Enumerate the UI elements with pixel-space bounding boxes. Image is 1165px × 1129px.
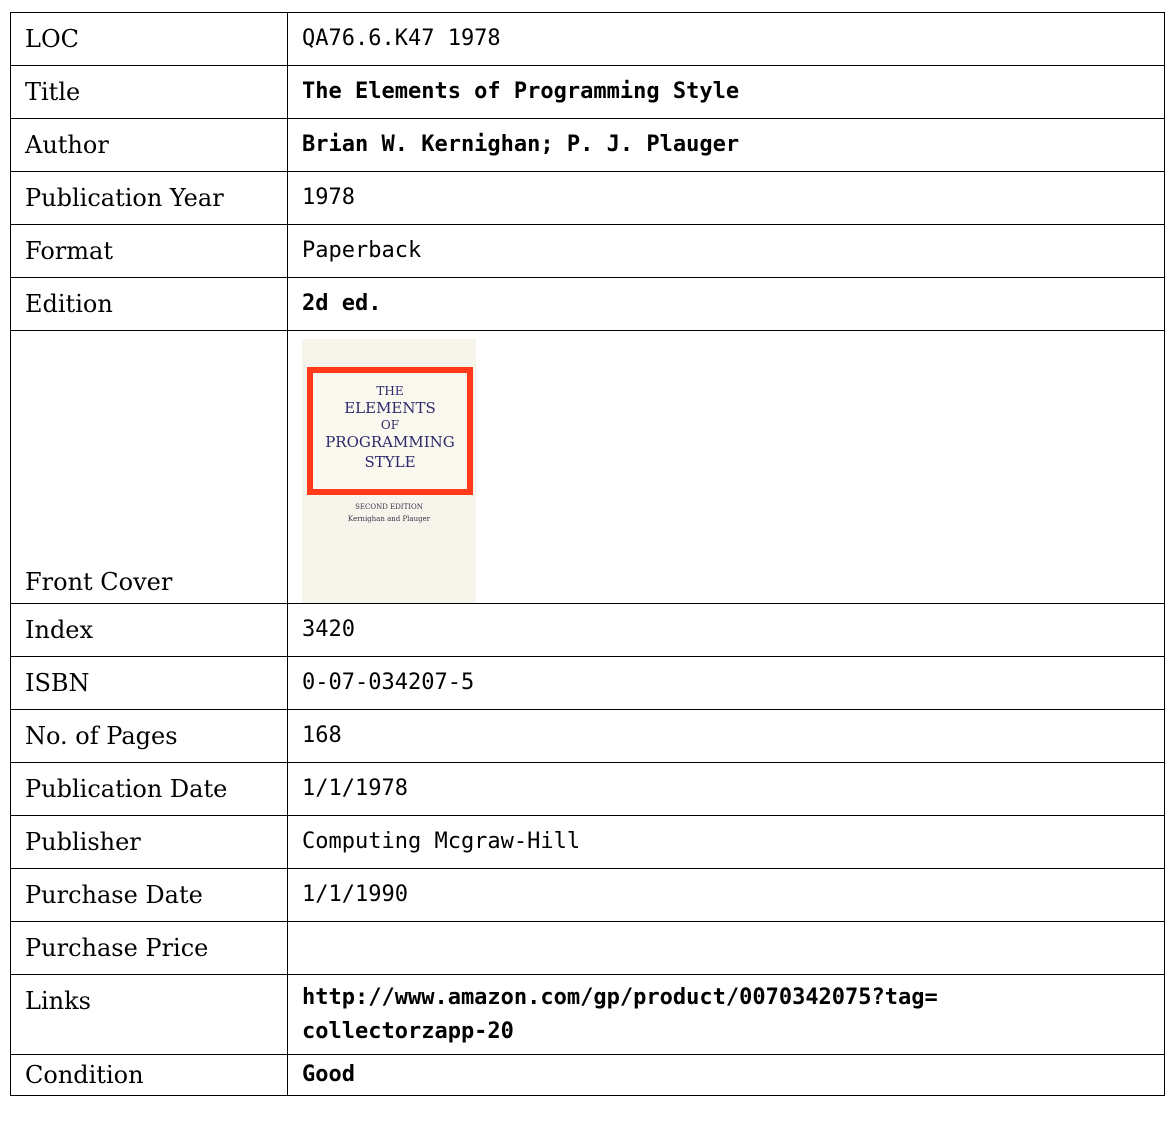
cover-title-elements: ELEMENTS: [344, 399, 436, 417]
loc-value: QA76.6.K47 1978: [287, 12, 1165, 66]
edition-value: 2d ed.: [287, 277, 1165, 331]
row-format: Format Paperback: [10, 224, 1165, 278]
row-links: Links http://www.amazon.com/gp/product/0…: [10, 974, 1165, 1055]
row-publisher: Publisher Computing Mcgraw-Hill: [10, 815, 1165, 869]
links-label: Links: [10, 974, 288, 1055]
row-front-cover: Front Cover THE ELEMENTS OF PROGRAMMING …: [10, 330, 1165, 604]
cover-edition-text: SECOND EDITION: [355, 503, 423, 511]
author-value: Brian W. Kernighan; P. J. Plauger: [287, 118, 1165, 172]
cover-title-programming: PROGRAMMING: [325, 433, 455, 451]
condition-label: Condition: [10, 1054, 288, 1096]
publisher-label: Publisher: [10, 815, 288, 869]
row-pages: No. of Pages 168: [10, 709, 1165, 763]
links-url-line-1[interactable]: http://www.amazon.com/gp/product/0070342…: [302, 981, 1150, 1015]
publication-date-label: Publication Date: [10, 762, 288, 816]
row-author: Author Brian W. Kernighan; P. J. Plauger: [10, 118, 1165, 172]
isbn-label: ISBN: [10, 656, 288, 710]
publication-date-value: 1/1/1978: [287, 762, 1165, 816]
index-value: 3420: [287, 603, 1165, 657]
row-purchase-date: Purchase Date 1/1/1990: [10, 868, 1165, 922]
row-condition: Condition Good: [10, 1054, 1165, 1096]
cover-authors-text: Kernighan and Plauger: [347, 515, 431, 523]
pages-label: No. of Pages: [10, 709, 288, 763]
isbn-value: 0-07-034207-5: [287, 656, 1165, 710]
links-value[interactable]: http://www.amazon.com/gp/product/0070342…: [287, 974, 1165, 1055]
edition-label: Edition: [10, 277, 288, 331]
row-index: Index 3420: [10, 603, 1165, 657]
front-cover-label: Front Cover: [10, 330, 288, 604]
row-isbn: ISBN 0-07-034207-5: [10, 656, 1165, 710]
publisher-value: Computing Mcgraw-Hill: [287, 815, 1165, 869]
format-label: Format: [10, 224, 288, 278]
row-title: Title The Elements of Programming Style: [10, 65, 1165, 119]
links-url-line-2[interactable]: collectorzapp-20: [302, 1015, 1150, 1049]
publication-year-label: Publication Year: [10, 171, 288, 225]
front-cover-image[interactable]: THE ELEMENTS OF PROGRAMMING STYLE SECOND…: [302, 339, 476, 603]
purchase-date-label: Purchase Date: [10, 868, 288, 922]
cover-title-style: STYLE: [364, 453, 416, 471]
cover-title-the: THE: [376, 384, 404, 398]
author-label: Author: [10, 118, 288, 172]
cover-title-of: OF: [380, 418, 400, 432]
condition-value: Good: [287, 1054, 1165, 1096]
purchase-price-label: Purchase Price: [10, 921, 288, 975]
purchase-date-value: 1/1/1990: [287, 868, 1165, 922]
title-label: Title: [10, 65, 288, 119]
row-publication-date: Publication Date 1/1/1978: [10, 762, 1165, 816]
purchase-price-value: [287, 921, 1165, 975]
pages-value: 168: [287, 709, 1165, 763]
book-details-table: LOC QA76.6.K47 1978 Title The Elements o…: [10, 12, 1165, 1096]
row-edition: Edition 2d ed.: [10, 277, 1165, 331]
cover-title-frame: THE ELEMENTS OF PROGRAMMING STYLE: [307, 367, 473, 495]
format-value: Paperback: [287, 224, 1165, 278]
index-label: Index: [10, 603, 288, 657]
loc-label: LOC: [10, 12, 288, 66]
row-publication-year: Publication Year 1978: [10, 171, 1165, 225]
row-loc: LOC QA76.6.K47 1978: [10, 12, 1165, 66]
title-value: The Elements of Programming Style: [287, 65, 1165, 119]
publication-year-value: 1978: [287, 171, 1165, 225]
row-purchase-price: Purchase Price: [10, 921, 1165, 975]
front-cover-cell: THE ELEMENTS OF PROGRAMMING STYLE SECOND…: [287, 330, 1165, 604]
